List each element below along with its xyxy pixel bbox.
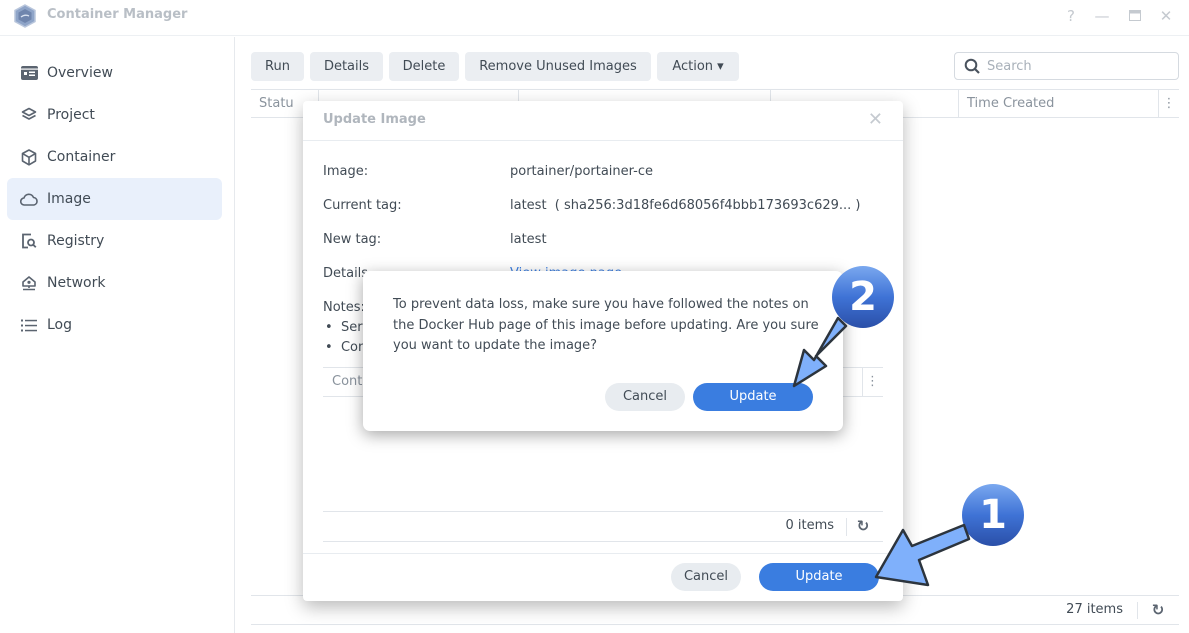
dialog-footer-divider — [303, 553, 903, 554]
dialog-header-divider — [303, 140, 903, 141]
sidebar: Overview Project Container Image Registr… — [0, 37, 235, 633]
search-icon — [964, 58, 980, 74]
confirmation-message: To prevent data loss, make sure you have… — [393, 297, 819, 353]
run-button[interactable]: Run — [251, 52, 304, 81]
note-item: • Con — [325, 340, 367, 355]
delete-button[interactable]: Delete — [389, 52, 459, 81]
network-icon — [20, 274, 38, 292]
app-logo-icon — [14, 4, 36, 28]
list-icon — [20, 316, 38, 334]
app-title: Container Manager — [47, 7, 188, 22]
new-tag-value: latest — [510, 232, 547, 247]
sidebar-item-label: Overview — [47, 65, 113, 81]
sidebar-item-label: Log — [47, 317, 73, 333]
sidebar-item-label: Image — [47, 191, 91, 207]
column-header-time-created[interactable]: Time Created — [959, 90, 1159, 118]
cloud-icon — [20, 190, 38, 208]
sidebar-item-overview[interactable]: Overview — [7, 52, 222, 94]
help-icon[interactable]: ? — [1061, 6, 1081, 26]
overview-icon — [20, 64, 38, 82]
sidebar-item-label: Network — [47, 275, 106, 291]
image-value: portainer/portainer-ce — [510, 164, 653, 179]
update-confirmation-dialog: To prevent data loss, make sure you have… — [363, 271, 843, 431]
column-options-icon[interactable]: ⋮ — [1159, 90, 1179, 118]
sub-item-count: 0 items — [785, 518, 834, 533]
current-tag-value: latest ( sha256:3d18fe6d68056f4bbb173693… — [510, 198, 861, 213]
container-table-footer: 0 items ↻ — [323, 511, 883, 542]
details-label: Details — [323, 266, 369, 281]
action-dropdown-button[interactable]: Action ▾ — [657, 52, 739, 81]
sidebar-item-log[interactable]: Log — [7, 304, 222, 346]
title-bar: Container Manager ? — ✕ — [0, 0, 1189, 36]
search-input[interactable] — [987, 57, 1172, 75]
sidebar-item-label: Container — [47, 149, 116, 165]
search-box[interactable] — [954, 52, 1179, 80]
footer-divider — [846, 518, 847, 536]
minimize-icon[interactable]: — — [1092, 6, 1112, 26]
sidebar-item-image[interactable]: Image — [7, 178, 222, 220]
note-item: • Ser — [325, 320, 363, 335]
item-count: 27 items — [1066, 602, 1123, 617]
sidebar-item-container[interactable]: Container — [7, 136, 222, 178]
maximize-icon[interactable] — [1125, 6, 1145, 26]
confirm-cancel-button[interactable]: Cancel — [605, 383, 685, 411]
container-manager-window: Container Manager ? — ✕ Overview Project… — [0, 0, 1189, 633]
dialog-close-icon[interactable]: ✕ — [868, 109, 883, 130]
column-options-icon[interactable]: ⋮ — [866, 374, 879, 389]
layers-icon — [20, 106, 38, 124]
current-tag-label: Current tag: — [323, 198, 402, 213]
details-button[interactable]: Details — [310, 52, 383, 81]
close-window-icon[interactable]: ✕ — [1156, 6, 1176, 26]
sidebar-item-label: Project — [47, 107, 95, 123]
sidebar-item-label: Registry — [47, 233, 105, 249]
image-label: Image: — [323, 164, 369, 179]
sidebar-item-registry[interactable]: Registry — [7, 220, 222, 262]
cube-icon — [20, 148, 38, 166]
column-header-container[interactable]: Cont — [332, 374, 362, 389]
step-2-arrow-icon — [792, 316, 848, 388]
footer-divider — [1137, 602, 1138, 619]
header-divider — [862, 368, 863, 396]
dialog-cancel-button[interactable]: Cancel — [671, 563, 741, 591]
sidebar-item-network[interactable]: Network — [7, 262, 222, 304]
dialog-title: Update Image — [323, 112, 426, 127]
dialog-update-button[interactable]: Update — [759, 563, 879, 591]
step-1-arrow-icon — [874, 523, 971, 587]
refresh-icon[interactable]: ↻ — [1148, 600, 1168, 620]
notes-label: Notes: — [323, 300, 365, 315]
sidebar-item-project[interactable]: Project — [7, 94, 222, 136]
new-tag-label: New tag: — [323, 232, 382, 247]
remove-unused-images-button[interactable]: Remove Unused Images — [465, 52, 651, 81]
registry-search-icon — [20, 232, 38, 250]
